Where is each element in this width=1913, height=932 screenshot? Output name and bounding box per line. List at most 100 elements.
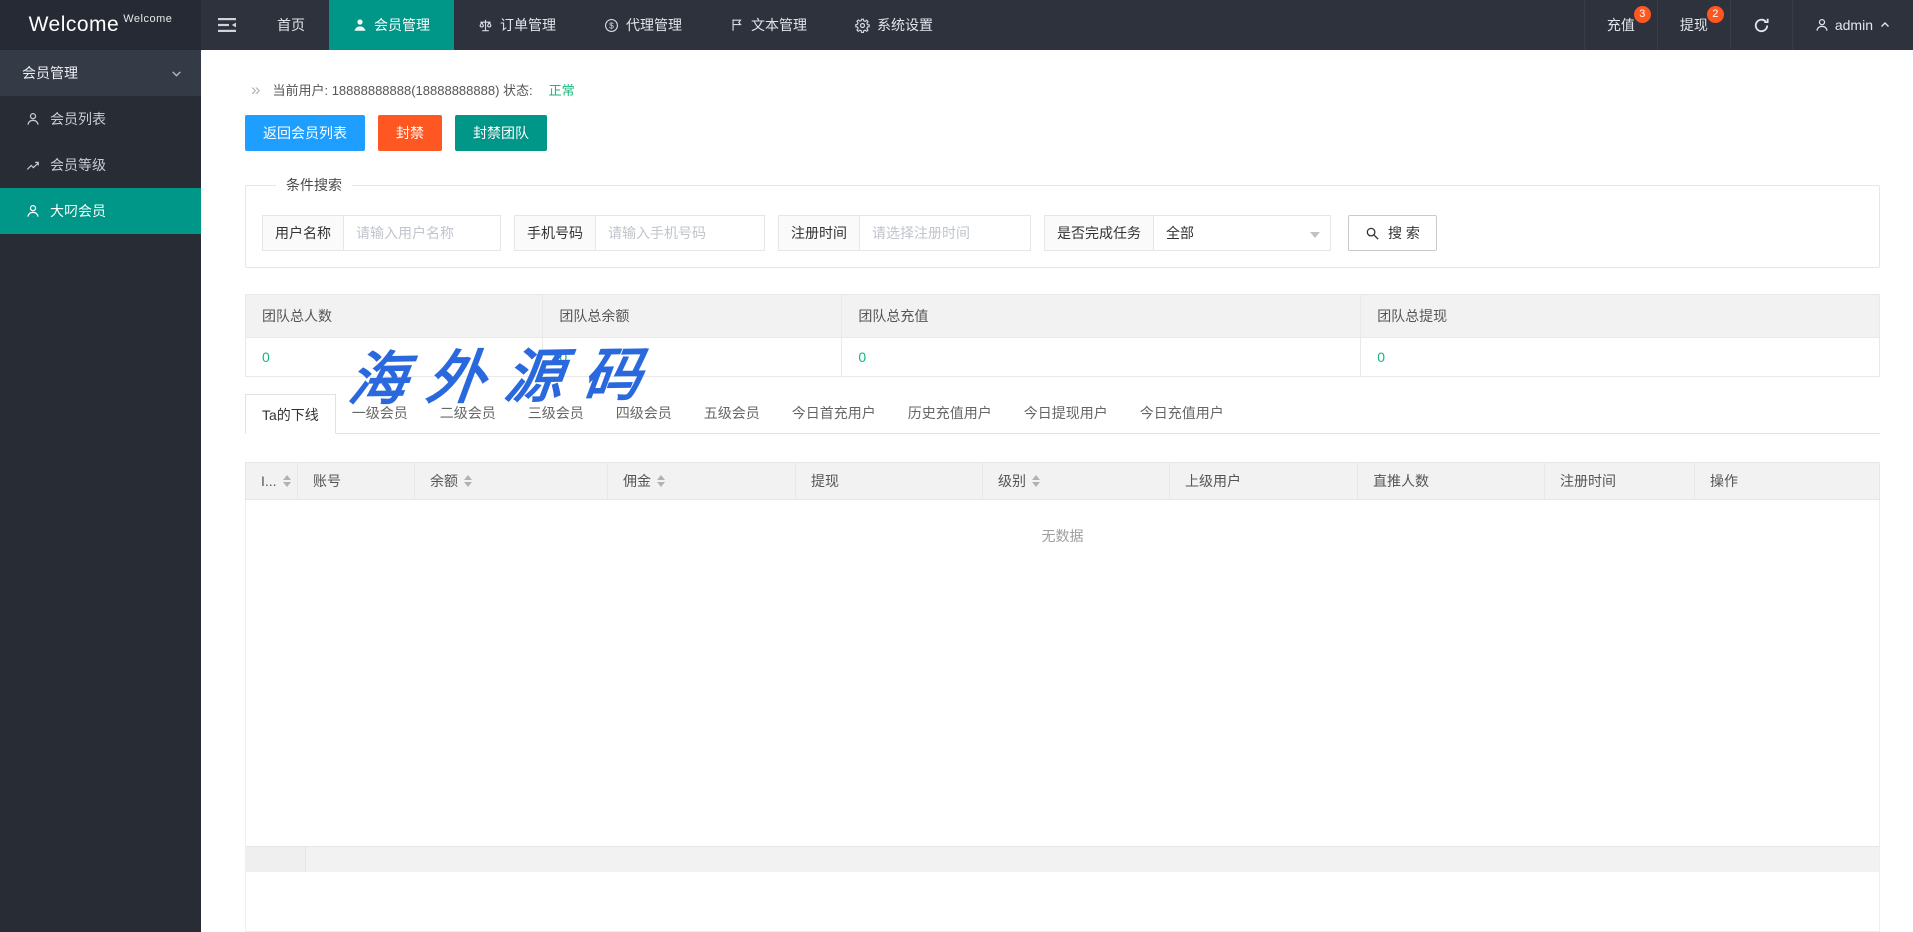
sidebar-item-label: 大叼会员 xyxy=(50,203,106,219)
tab-history-recharge[interactable]: 历史充值用户 xyxy=(892,393,1008,433)
ban-team-button[interactable]: 封禁团队 xyxy=(455,115,547,151)
search-icon xyxy=(1365,226,1380,241)
col-header-direct-referrals: 直推人数 xyxy=(1358,463,1545,499)
sidebar-group-members[interactable]: 会员管理 xyxy=(0,50,201,96)
col-header-withdraw: 提现 xyxy=(796,463,983,499)
menu-toggle-icon[interactable] xyxy=(201,0,253,50)
recharge-button[interactable]: 充值 3 xyxy=(1583,0,1657,50)
col-header-balance[interactable]: 余额 xyxy=(415,463,608,499)
sort-icon[interactable] xyxy=(657,475,665,487)
sidebar-item-member-list[interactable]: 会员列表 xyxy=(0,96,201,142)
task-field-group: 是否完成任务 全部 xyxy=(1044,215,1331,251)
logo-text: Welcome xyxy=(28,13,120,36)
col-header-commission[interactable]: 佣金 xyxy=(608,463,796,499)
col-label: 直推人数 xyxy=(1373,473,1429,489)
dollar-circle-icon: $ xyxy=(604,18,619,33)
search-button[interactable]: 搜 索 xyxy=(1348,215,1437,251)
main-menu: 首页 会员管理 订单管理 $ 代理管理 文本管理 系统设置 xyxy=(253,0,957,50)
svg-text:$: $ xyxy=(609,20,614,30)
user-menu[interactable]: admin xyxy=(1791,0,1913,50)
main-content: » 当前用户: 18888888888(18888888888) 状态: 正常 … xyxy=(201,50,1913,932)
tab-level-3[interactable]: 三级会员 xyxy=(512,393,600,433)
members-table: I... 账号 余额 佣金 提现 级别 上级用户 直推人数 注册时间 操作 无数… xyxy=(245,462,1880,932)
team-stats-table: 团队总人数 团队总余额 团队总充值 团队总提现 0 0 0 0 xyxy=(244,294,1880,377)
col-label: 上级用户 xyxy=(1185,473,1241,489)
members-table-pager xyxy=(245,872,1880,932)
nav-item-settings[interactable]: 系统设置 xyxy=(831,0,957,50)
username-label: admin xyxy=(1834,17,1873,33)
members-table-body: 无数据 xyxy=(245,500,1880,846)
nav-item-agents[interactable]: $ 代理管理 xyxy=(580,0,706,50)
col-label: 佣金 xyxy=(623,473,651,489)
members-table-total-row xyxy=(245,846,1880,872)
rank-icon xyxy=(26,158,40,172)
empty-data-text: 无数据 xyxy=(1041,528,1084,544)
search-panel: 条件搜索 用户名称 手机号码 注册时间 是否完成任务 全部 xyxy=(245,175,1880,268)
phone-field-group: 手机号码 xyxy=(514,215,765,251)
tab-level-2[interactable]: 二级会员 xyxy=(424,393,512,433)
ban-button[interactable]: 封禁 xyxy=(378,115,442,151)
stat-header: 团队总人数 xyxy=(244,294,544,338)
col-label: 提现 xyxy=(811,473,839,489)
chevron-down-icon xyxy=(1310,232,1320,238)
col-label: 级别 xyxy=(998,473,1026,489)
username-field-group: 用户名称 xyxy=(262,215,501,251)
sidebar-item-label: 会员等级 xyxy=(50,157,106,173)
stat-value: 0 xyxy=(841,337,1362,377)
phone-input[interactable] xyxy=(595,215,765,251)
stat-value: 0 xyxy=(244,337,544,377)
nav-item-home[interactable]: 首页 xyxy=(253,0,329,50)
tab-ta-downline[interactable]: Ta的下线 xyxy=(245,394,336,434)
downline-tabs: Ta的下线 一级会员 二级会员 三级会员 四级会员 五级会员 今日首充用户 历史… xyxy=(245,393,1880,434)
col-header-operations: 操作 xyxy=(1695,463,1879,499)
regtime-label: 注册时间 xyxy=(778,215,859,251)
back-to-list-button[interactable]: 返回会员列表 xyxy=(245,115,365,151)
navbar-right: 充值 3 提现 2 admin xyxy=(1583,0,1913,50)
chevron-down-icon xyxy=(170,67,183,80)
user-icon xyxy=(353,18,367,32)
nav-item-label: 文本管理 xyxy=(751,17,807,33)
gear-icon xyxy=(855,18,870,33)
col-header-id[interactable]: I... xyxy=(246,463,298,499)
task-select-value: 全部 xyxy=(1166,225,1194,241)
sidebar-item-dadiao-member[interactable]: 大叼会员 xyxy=(0,188,201,234)
members-table-header: I... 账号 余额 佣金 提现 级别 上级用户 直推人数 注册时间 操作 xyxy=(245,462,1880,500)
sidebar-item-member-level[interactable]: 会员等级 xyxy=(0,142,201,188)
nav-item-texts[interactable]: 文本管理 xyxy=(706,0,831,50)
username-input[interactable] xyxy=(343,215,501,251)
sort-icon[interactable] xyxy=(1032,475,1040,487)
tab-today-withdraw[interactable]: 今日提现用户 xyxy=(1008,393,1124,433)
sort-icon[interactable] xyxy=(282,475,291,487)
double-chevron-icon: » xyxy=(251,80,261,99)
col-label: 注册时间 xyxy=(1560,473,1616,489)
col-header-parent-user: 上级用户 xyxy=(1170,463,1358,499)
col-label: 操作 xyxy=(1710,473,1738,489)
nav-item-members[interactable]: 会员管理 xyxy=(329,0,454,50)
scales-icon xyxy=(478,18,493,33)
stat-header: 团队总余额 xyxy=(542,294,843,338)
nav-item-label: 首页 xyxy=(277,17,305,33)
col-header-register-time: 注册时间 xyxy=(1545,463,1695,499)
sort-icon[interactable] xyxy=(464,475,472,487)
tab-level-4[interactable]: 四级会员 xyxy=(600,393,688,433)
tab-level-1[interactable]: 一级会员 xyxy=(336,393,424,433)
col-header-level[interactable]: 级别 xyxy=(983,463,1170,499)
tab-today-first-recharge[interactable]: 今日首充用户 xyxy=(776,393,892,433)
sidebar-group-label: 会员管理 xyxy=(22,65,78,81)
withdraw-badge: 2 xyxy=(1706,6,1724,23)
sidebar: 会员管理 会员列表 会员等级 大叼会员 xyxy=(0,50,201,932)
action-buttons: 返回会员列表 封禁 封禁团队 xyxy=(245,115,1880,151)
withdraw-button[interactable]: 提现 2 xyxy=(1656,0,1730,50)
breadcrumb: » 当前用户: 18888888888(18888888888) 状态: 正常 xyxy=(251,80,1880,99)
current-user-text: 当前用户: 18888888888(18888888888) 状态: xyxy=(272,83,533,98)
nav-item-orders[interactable]: 订单管理 xyxy=(454,0,580,50)
stat-value: 0 xyxy=(542,337,843,377)
withdraw-label: 提现 xyxy=(1679,17,1708,33)
top-navbar: Welcome Welcome 首页 会员管理 订单管理 $ 代理管理 文本管理… xyxy=(0,0,1913,50)
refresh-icon[interactable] xyxy=(1729,0,1792,50)
tab-level-5[interactable]: 五级会员 xyxy=(688,393,776,433)
tab-today-recharge[interactable]: 今日充值用户 xyxy=(1124,393,1240,433)
regtime-input[interactable] xyxy=(859,215,1031,251)
user-icon xyxy=(26,204,40,218)
task-select[interactable]: 全部 xyxy=(1153,215,1331,251)
